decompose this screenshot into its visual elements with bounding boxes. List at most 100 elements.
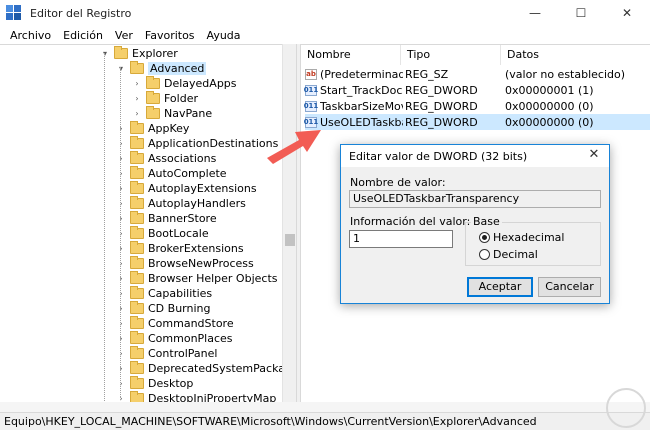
tree-item[interactable]: › AutoplayExtensions (116, 181, 257, 196)
list-item[interactable]: ab(Predeterminado)REG_SZ (valor no establ… (305, 66, 650, 82)
folder-icon (130, 121, 144, 134)
tree-item[interactable]: › Capabilities (116, 286, 212, 301)
tree-item[interactable]: › AutoComplete (116, 166, 227, 181)
maximize-button[interactable]: ☐ (558, 0, 604, 26)
tree-item-label: CommonPlaces (148, 332, 233, 345)
tree-item[interactable]: › NavPane (132, 106, 212, 121)
registry-tree[interactable]: ▾ Explorer ▾ Advanced › DelayedApps › Folder › Na… (0, 44, 296, 402)
tree-expander-icon[interactable]: › (116, 379, 126, 388)
tree-item[interactable]: ▾ Explorer (100, 46, 178, 61)
tree-expander-icon[interactable]: › (116, 214, 126, 223)
column-header-datos[interactable]: Datos (501, 45, 650, 65)
minimize-button[interactable]: — (512, 0, 558, 26)
value-type: REG_DWORD (405, 115, 478, 129)
tree-expander-icon[interactable]: › (116, 349, 126, 358)
menu-favoritos[interactable]: Favoritos (139, 29, 201, 42)
tree-item[interactable]: › BootLocale (116, 226, 209, 241)
tree-expander-icon[interactable]: ▾ (100, 49, 110, 58)
radio-hexadecimal[interactable]: Hexadecimal (479, 231, 564, 244)
tree-expander-icon[interactable]: › (116, 169, 126, 178)
tree-scrollbar[interactable] (282, 44, 296, 402)
list-header: Nombre Tipo Datos (301, 45, 650, 65)
list-item[interactable]: 011UseOLEDTaskba...REG_DWORD0x00000000 (… (304, 114, 650, 130)
radio-decimal[interactable]: Decimal (479, 248, 538, 261)
tree-expander-icon[interactable]: › (116, 394, 126, 402)
folder-icon (146, 106, 160, 119)
column-header-tipo[interactable]: Tipo (401, 45, 501, 65)
tree-item[interactable]: › CommandStore (116, 316, 234, 331)
folder-icon (130, 331, 144, 344)
horizontal-scrollbar[interactable] (0, 402, 650, 412)
tree-item[interactable]: ▾ Advanced (116, 61, 207, 76)
tree-expander-icon[interactable]: › (116, 289, 126, 298)
folder-icon (130, 211, 144, 224)
tree-expander-icon[interactable]: › (116, 304, 126, 313)
tree-item[interactable]: › ApplicationDestinations (116, 136, 278, 151)
tree-item-label: DelayedApps (164, 77, 237, 90)
menu-edicion[interactable]: Edición (57, 29, 109, 42)
radio-selected-icon[interactable] (479, 232, 490, 243)
tree-item[interactable]: › Folder (132, 91, 198, 106)
radio-unselected-icon[interactable] (479, 249, 490, 260)
registry-editor-icon (6, 5, 22, 21)
tree-expander-icon[interactable]: › (116, 274, 126, 283)
ok-button[interactable]: Aceptar (467, 277, 533, 297)
tree-scroll-thumb[interactable] (285, 234, 295, 246)
radio-decimal-label: Decimal (493, 248, 538, 261)
folder-icon (114, 46, 128, 59)
cancel-button[interactable]: Cancelar (538, 277, 601, 297)
tree-item[interactable]: › Desktop (116, 376, 193, 391)
tree-expander-icon[interactable]: › (132, 79, 142, 88)
value-data: 0x00000001 (1) (505, 83, 594, 97)
tree-item[interactable]: › DeprecatedSystemPackages (116, 361, 296, 376)
tree-item[interactable]: › AppKey (116, 121, 189, 136)
tree-item-label: BannerStore (148, 212, 217, 225)
menu-archivo[interactable]: Archivo (4, 29, 57, 42)
tree-expander-icon[interactable]: › (116, 229, 126, 238)
list-item[interactable]: 011 Start_TrackDocs REG_DWORD 0x00000001 (1… (304, 82, 650, 98)
value-type: REG_DWORD (405, 83, 478, 97)
tree-item-label: Capabilities (148, 287, 213, 300)
tree-expander-icon[interactable]: › (116, 244, 126, 253)
tree-expander-icon[interactable]: › (116, 139, 126, 148)
folder-icon (130, 181, 144, 194)
tree-item[interactable]: › Browser Helper Objects (116, 271, 278, 286)
value-name-field[interactable]: UseOLEDTaskbarTransparency (349, 190, 601, 208)
tree-expander-icon[interactable]: › (116, 364, 126, 373)
tree-expander-icon[interactable]: ▾ (116, 64, 126, 73)
tree-expander-icon[interactable]: › (116, 199, 126, 208)
dialog-close-icon[interactable]: ✕ (585, 147, 603, 162)
value-data-input[interactable]: 1 (349, 230, 453, 248)
tree-item[interactable]: › CD Burning (116, 301, 210, 316)
tree-expander-icon[interactable]: › (116, 124, 126, 133)
tree-item[interactable]: › CommonPlaces (116, 331, 233, 346)
tree-expander-icon[interactable]: › (116, 154, 126, 163)
tree-item-label: AutoComplete (148, 167, 227, 180)
tree-expander-icon[interactable]: › (116, 334, 126, 343)
menu-ver[interactable]: Ver (109, 29, 139, 42)
annotation-arrow-icon (267, 130, 321, 164)
tree-item[interactable]: › ControlPanel (116, 346, 217, 361)
tree-item-label: Folder (164, 92, 198, 105)
radio-hexadecimal-label: Hexadecimal (493, 231, 565, 244)
tree-item[interactable]: › AutoplayHandlers (116, 196, 246, 211)
column-header-nombre[interactable]: Nombre (301, 45, 401, 65)
close-button[interactable]: ✕ (604, 0, 650, 26)
tree-item[interactable]: › DesktopIniPropertyMap (116, 391, 276, 402)
tree-item[interactable]: › Associations (116, 151, 216, 166)
tree-expander-icon[interactable]: › (116, 259, 126, 268)
tree-expander-icon[interactable]: › (116, 319, 126, 328)
folder-icon (130, 391, 144, 402)
folder-icon (146, 91, 160, 104)
list-item[interactable]: 011TaskbarSizeMoveREG_DWORD 0x00000000 (0… (304, 98, 650, 114)
tree-item[interactable]: › BannerStore (116, 211, 217, 226)
value-type: REG_DWORD (405, 99, 478, 113)
menu-ayuda[interactable]: Ayuda (201, 29, 247, 42)
tree-expander-icon[interactable]: › (132, 94, 142, 103)
tree-expander-icon[interactable]: › (116, 184, 126, 193)
tree-item[interactable]: › BrokerExtensions (116, 241, 244, 256)
value-data: 0x00000000 (0) (505, 115, 594, 129)
tree-expander-icon[interactable]: › (132, 109, 142, 118)
tree-item[interactable]: › DelayedApps (132, 76, 237, 91)
tree-item[interactable]: › BrowseNewProcess (116, 256, 254, 271)
